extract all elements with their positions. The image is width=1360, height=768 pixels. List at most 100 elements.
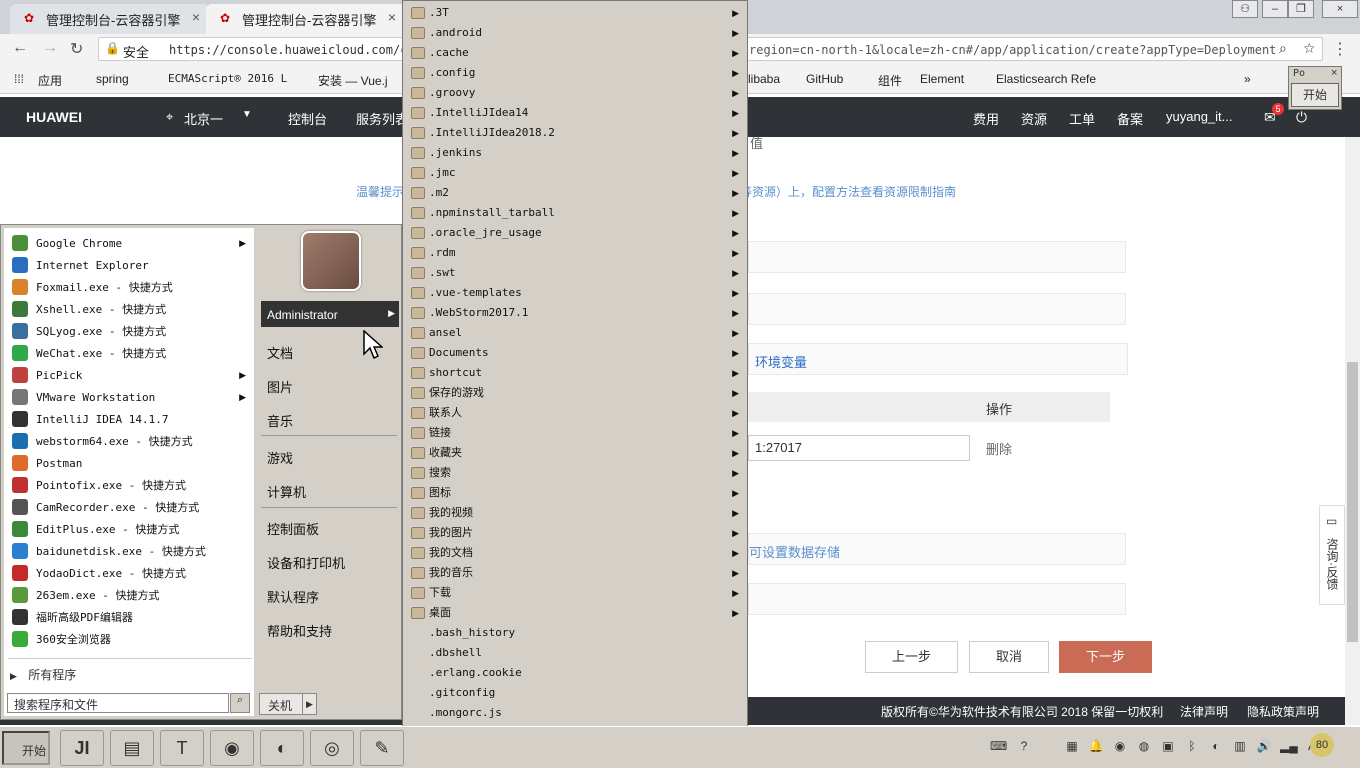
power-icon[interactable]: ⏻	[1296, 109, 1307, 126]
file-item[interactable]: .gitconfig	[409, 683, 743, 703]
folder-item[interactable]: .rdm ▶	[409, 243, 743, 263]
bookmark-github[interactable]: GitHub	[806, 72, 843, 86]
bookmark-vue[interactable]: 安装 — Vue.j	[318, 72, 388, 89]
signal-icon[interactable]: ▂▄	[1280, 738, 1298, 754]
program-item[interactable]: EditPlus.exe - 快捷方式	[12, 518, 252, 540]
close-icon[interactable]: ×	[1331, 67, 1337, 79]
volume-icon[interactable]: 🔊	[1256, 738, 1272, 754]
restore-button[interactable]: ❐	[1288, 0, 1314, 18]
search-programs-input[interactable]: 搜索程序和文件	[7, 693, 229, 713]
scrollbar-thumb[interactable]	[1347, 362, 1358, 642]
place-default-programs[interactable]: 默认程序	[267, 587, 319, 606]
env-var-link[interactable]: 环境变量	[748, 343, 1128, 375]
program-item[interactable]: VMware Workstation ▶	[12, 386, 252, 408]
menu-icon[interactable]: ⋮	[1332, 39, 1348, 59]
folder-item[interactable]: .config ▶	[409, 63, 743, 83]
chevron-right-icon[interactable]: ▶	[302, 694, 316, 714]
program-item[interactable]: WeChat.exe - 快捷方式	[12, 342, 252, 364]
program-item[interactable]: PicPick ▶	[12, 364, 252, 386]
reload-icon[interactable]: ↻	[70, 39, 83, 59]
bluetooth-icon[interactable]: ᛒ	[1184, 738, 1200, 754]
clock-badge[interactable]: 80	[1310, 733, 1334, 757]
taskbar-intellij-icon[interactable]: JI	[60, 730, 104, 766]
program-item[interactable]: 360安全浏览器	[12, 628, 252, 650]
apps-grid-icon[interactable]: ⁞⁞⁞	[14, 72, 24, 86]
folder-item[interactable]: 链接 ▶	[409, 423, 743, 443]
tray-app-icon[interactable]: ▥	[1232, 738, 1248, 754]
place-devices-printers[interactable]: 设备和打印机	[267, 553, 345, 572]
folder-item[interactable]: 我的图片 ▶	[409, 523, 743, 543]
program-item[interactable]: Google Chrome ▶	[12, 232, 252, 254]
nav-fees[interactable]: 费用	[973, 109, 999, 128]
folder-item[interactable]: 收藏夹 ▶	[409, 443, 743, 463]
taskbar-app-icon[interactable]: ✎	[360, 730, 404, 766]
user-profile-icon[interactable]: ⚇	[1232, 0, 1258, 18]
folder-item[interactable]: .jenkins ▶	[409, 143, 743, 163]
place-pictures[interactable]: 图片	[267, 377, 293, 396]
user-avatar[interactable]	[301, 231, 361, 291]
taskbar-explorer-icon[interactable]: ▤	[110, 730, 154, 766]
network-icon[interactable]: ▦	[1064, 738, 1080, 754]
folder-item[interactable]: Documents ▶	[409, 343, 743, 363]
popup-start-button[interactable]: 开始	[1291, 83, 1339, 107]
folder-item[interactable]: 桌面 ▶	[409, 603, 743, 623]
taskbar-typora-icon[interactable]: T	[160, 730, 204, 766]
all-programs[interactable]: ▶ 所有程序	[10, 666, 76, 683]
folder-item[interactable]: .swt ▶	[409, 263, 743, 283]
notification-icon[interactable]: 🔔	[1088, 738, 1104, 754]
folder-item[interactable]: .IntelliJIdea14 ▶	[409, 103, 743, 123]
minimize-button[interactable]: –	[1262, 0, 1288, 18]
program-item[interactable]: SQLyog.exe - 快捷方式	[12, 320, 252, 342]
close-window-button[interactable]: ×	[1322, 0, 1358, 18]
folder-item[interactable]: 我的音乐 ▶	[409, 563, 743, 583]
file-item[interactable]: .bash_history	[409, 623, 743, 643]
bookmark-element[interactable]: Element	[920, 72, 964, 86]
huawei-logo[interactable]: HUAWEI	[26, 109, 82, 125]
place-games[interactable]: 游戏	[267, 448, 293, 467]
program-item[interactable]: IntelliJ IDEA 14.1.7	[12, 408, 252, 430]
bookmark-apps[interactable]: 应用	[38, 72, 62, 89]
folder-item[interactable]: 下载 ▶	[409, 583, 743, 603]
folder-item[interactable]: .groovy ▶	[409, 83, 743, 103]
help-icon[interactable]: ?	[1016, 738, 1032, 754]
close-tab-icon[interactable]: ×	[388, 9, 396, 25]
nav-resources[interactable]: 资源	[1021, 109, 1047, 128]
administrator-item[interactable]: Administrator ▶	[261, 301, 399, 327]
form-input-1[interactable]	[748, 241, 1126, 273]
program-item[interactable]: Internet Explorer	[12, 254, 252, 276]
region-select[interactable]: 北京一	[184, 109, 223, 128]
folder-item[interactable]: 我的视频 ▶	[409, 503, 743, 523]
place-documents[interactable]: 文档	[267, 343, 293, 362]
prev-step-button[interactable]: 上一步	[865, 641, 958, 673]
taskbar-app-icon[interactable]: ◐	[260, 730, 304, 766]
program-item[interactable]: Pointofix.exe - 快捷方式	[12, 474, 252, 496]
folder-item[interactable]: 搜索 ▶	[409, 463, 743, 483]
storage-link[interactable]: 可设置数据存储	[748, 533, 1126, 565]
folder-item[interactable]: .npminstall_tarball ▶	[409, 203, 743, 223]
place-control-panel[interactable]: 控制面板	[267, 519, 319, 538]
program-item[interactable]: baidunetdisk.exe - 快捷方式	[12, 540, 252, 562]
folder-item[interactable]: .android ▶	[409, 23, 743, 43]
folder-item[interactable]: shortcut ▶	[409, 363, 743, 383]
taskbar-app-icon[interactable]: ◎	[310, 730, 354, 766]
folder-item[interactable]: .cache ▶	[409, 43, 743, 63]
program-item[interactable]: YodaoDict.exe - 快捷方式	[12, 562, 252, 584]
folder-item[interactable]: .jmc ▶	[409, 163, 743, 183]
legal-link[interactable]: 法律声明	[1180, 703, 1228, 720]
folder-item[interactable]: .WebStorm2017.1 ▶	[409, 303, 743, 323]
back-icon[interactable]: ←	[12, 39, 28, 57]
keyboard-icon[interactable]: ⌨	[990, 738, 1007, 754]
user-name[interactable]: yuyang_it...	[1166, 109, 1233, 124]
form-input-3[interactable]	[748, 583, 1126, 615]
delete-link[interactable]: 删除	[986, 439, 1012, 458]
folder-item[interactable]: 我的文档 ▶	[409, 543, 743, 563]
chevron-down-icon[interactable]: ▼	[242, 109, 252, 120]
place-computer[interactable]: 计算机	[267, 482, 306, 501]
file-item[interactable]: .dbshell	[409, 643, 743, 663]
folder-item[interactable]: ansel ▶	[409, 323, 743, 343]
bookmark-elasticsearch[interactable]: Elasticsearch Refe	[996, 72, 1096, 86]
folder-item[interactable]: 图标 ▶	[409, 483, 743, 503]
search-icon[interactable]: ⌕	[1279, 40, 1287, 57]
feedback-tab[interactable]: ▭ 咨询·反馈	[1319, 505, 1345, 605]
program-item[interactable]: CamRecorder.exe - 快捷方式	[12, 496, 252, 518]
